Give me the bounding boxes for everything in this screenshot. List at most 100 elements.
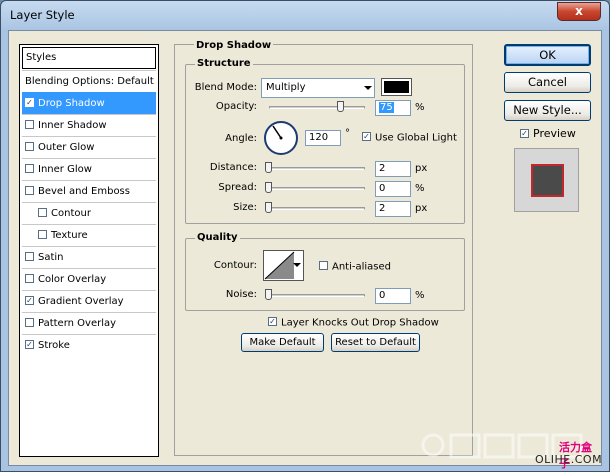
title-bar[interactable]: Layer Style x (1, 1, 609, 29)
styles-header[interactable]: Styles (22, 47, 156, 69)
opacity-slider[interactable] (269, 106, 365, 109)
spread-slider[interactable] (269, 187, 365, 190)
style-item-checkbox[interactable]: ✓ (25, 97, 34, 107)
style-item-label: Inner Glow (38, 164, 92, 175)
knocks-out-toggle[interactable]: ✓ Layer Knocks Out Drop Shadow (265, 317, 439, 329)
knocks-out-label: Layer Knocks Out Drop Shadow (281, 317, 439, 329)
size-slider[interactable] (269, 207, 365, 210)
style-item-checkbox[interactable] (25, 185, 34, 195)
angle-unit: ° (345, 128, 350, 139)
style-item-checkbox[interactable] (38, 207, 47, 217)
distance-slider-thumb[interactable] (265, 162, 272, 173)
preview-toggle[interactable]: ✓ Preview (517, 127, 576, 140)
opacity-unit: % (415, 102, 425, 113)
contour-label: Contour: (213, 260, 257, 271)
style-item-label: Gradient Overlay (38, 296, 124, 307)
style-item-stroke[interactable]: ✓ Stroke (22, 334, 156, 356)
anti-aliased-checkbox[interactable] (319, 261, 328, 270)
preview-swatch (531, 164, 564, 197)
style-item-color-overlay[interactable]: Color Overlay (22, 268, 156, 290)
noise-unit: % (415, 290, 425, 301)
blending-options-item[interactable]: Blending Options: Default (22, 70, 156, 92)
size-label: Size: (233, 202, 257, 213)
style-item-satin[interactable]: Satin (22, 246, 156, 268)
distance-slider[interactable] (269, 167, 365, 170)
styles-list: Styles Blending Options: Default ✓ Drop S… (19, 44, 159, 457)
style-item-inner-glow[interactable]: Inner Glow (22, 158, 156, 180)
style-item-label: Outer Glow (38, 142, 95, 153)
opacity-slider-thumb[interactable] (337, 101, 344, 112)
style-item-checkbox[interactable] (25, 251, 34, 261)
style-item-label: Contour (51, 208, 91, 219)
style-item-gradient-overlay[interactable]: ✓ Gradient Overlay (22, 290, 156, 312)
reset-to-default-button[interactable]: Reset to Default (331, 333, 420, 352)
style-item-label: Pattern Overlay (38, 318, 117, 329)
noise-label: Noise: (225, 289, 257, 300)
style-item-contour[interactable]: Contour (22, 202, 156, 224)
opacity-input[interactable]: 75 (375, 100, 411, 116)
style-item-checkbox[interactable] (25, 119, 34, 129)
make-default-button[interactable]: Make Default (241, 333, 324, 352)
style-item-checkbox[interactable] (25, 273, 34, 283)
style-item-inner-shadow[interactable]: Inner Shadow (22, 114, 156, 136)
style-item-checkbox[interactable] (25, 317, 34, 327)
preview-checkbox[interactable]: ✓ (520, 128, 529, 138)
quality-title: Quality (195, 232, 240, 243)
layer-style-window: Layer Style x Styles Blending Options: D… (0, 0, 610, 472)
style-item-outer-glow[interactable]: Outer Glow (22, 136, 156, 158)
style-item-checkbox[interactable] (25, 141, 34, 151)
style-item-texture[interactable]: Texture (22, 224, 156, 246)
preview-thumbnail (514, 148, 579, 212)
style-item-checkbox[interactable] (38, 229, 47, 239)
blend-mode-select[interactable]: Multiply (261, 78, 375, 98)
style-item-bevel-and-emboss[interactable]: Bevel and Emboss (22, 180, 156, 202)
angle-dial-icon (264, 121, 298, 155)
ok-button[interactable]: OK (504, 44, 591, 66)
size-input[interactable]: 2 (375, 201, 411, 217)
style-item-label: Drop Shadow (38, 98, 105, 109)
opacity-value: 75 (379, 102, 394, 113)
distance-label: Distance: (209, 162, 257, 173)
spread-slider-thumb[interactable] (265, 182, 272, 193)
style-item-label: Color Overlay (38, 274, 107, 285)
style-item-drop-shadow[interactable]: ✓ Drop Shadow (22, 92, 156, 114)
chevron-down-icon (293, 263, 301, 267)
angle-label: Angle: (225, 133, 257, 144)
close-button[interactable]: x (557, 2, 601, 21)
use-global-light-toggle[interactable]: ✓ Use Global Light (359, 132, 457, 144)
window-title: Layer Style (10, 8, 75, 22)
style-item-label: Texture (51, 230, 88, 241)
size-slider-thumb[interactable] (265, 202, 272, 213)
style-item-pattern-overlay[interactable]: Pattern Overlay (22, 312, 156, 334)
opacity-label: Opacity: (215, 101, 257, 112)
shadow-color-swatch[interactable] (381, 78, 412, 96)
contour-linear-icon (264, 251, 295, 280)
size-unit: px (415, 203, 428, 214)
style-item-checkbox[interactable]: ✓ (25, 295, 34, 305)
style-item-checkbox[interactable] (25, 163, 34, 173)
style-item-checkbox[interactable]: ✓ (25, 339, 34, 349)
noise-input[interactable]: 0 (375, 288, 411, 304)
noise-slider[interactable] (269, 294, 365, 297)
noise-slider-thumb[interactable] (265, 289, 272, 300)
anti-aliased-toggle[interactable]: Anti-aliased (316, 261, 391, 273)
watermark-text: OLIHE.COM (535, 453, 603, 466)
preview-label: Preview (533, 127, 576, 140)
angle-input[interactable]: 120 (305, 130, 341, 146)
style-item-label: Stroke (38, 340, 70, 351)
structure-title: Structure (195, 58, 253, 69)
spread-unit: % (415, 183, 425, 194)
use-global-light-checkbox[interactable]: ✓ (362, 132, 371, 141)
cancel-button[interactable]: Cancel (504, 72, 591, 93)
knocks-out-checkbox[interactable]: ✓ (268, 317, 277, 326)
chevron-down-icon (364, 86, 372, 90)
blend-mode-value: Multiply (266, 82, 306, 93)
distance-input[interactable]: 2 (375, 161, 411, 177)
contour-picker[interactable] (263, 250, 304, 281)
style-item-label: Bevel and Emboss (38, 186, 130, 197)
new-style-button[interactable]: New Style... (504, 100, 591, 121)
angle-dial[interactable] (263, 120, 299, 156)
use-global-light-label: Use Global Light (375, 132, 457, 144)
spread-input[interactable]: 0 (375, 181, 411, 197)
blend-mode-label: Blend Mode: (194, 82, 257, 93)
